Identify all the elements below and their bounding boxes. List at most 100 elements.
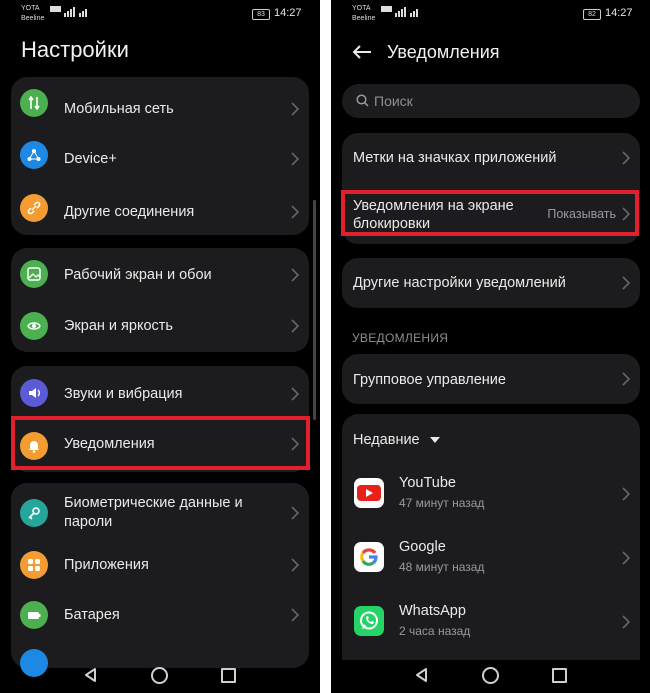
group-management-label: Групповое управление [353, 372, 506, 388]
chevron-right-icon [291, 558, 299, 572]
app-time: 48 минут назад [399, 560, 485, 574]
battery-indicator: 83 [252, 9, 270, 20]
device-plus-icon [20, 141, 48, 169]
settings-item-apps[interactable]: Приложения [11, 541, 309, 593]
chevron-right-icon [291, 205, 299, 219]
search-icon [356, 94, 369, 107]
dropdown-triangle-icon [430, 437, 441, 443]
app-name: WhatsApp [399, 603, 466, 619]
settings-group-connectivity: Мобильная сеть Device+ Другие соединения [11, 77, 309, 235]
carrier-beeline: Beeline [352, 15, 376, 22]
page-title: Уведомления [387, 42, 500, 62]
settings-group-display: Рабочий экран и обои Экран и яркость [11, 248, 309, 352]
chevron-right-icon [291, 268, 299, 282]
recents-nav-icon[interactable] [552, 668, 567, 683]
clock: 14:27 [274, 7, 302, 19]
back-nav-icon[interactable] [414, 667, 428, 683]
settings-item-label: Биометрические данные и пароли [64, 494, 243, 532]
mobile-network-icon [20, 89, 48, 117]
wallpaper-icon [20, 260, 48, 288]
youtube-icon [354, 478, 384, 508]
group-management-row[interactable]: Групповое управление [342, 354, 640, 404]
apps-icon [20, 551, 48, 579]
app-time: 47 минут назад [399, 496, 485, 510]
chevron-right-icon [291, 102, 299, 116]
settings-item-biometrics[interactable]: Биометрические данные и пароли [11, 483, 309, 541]
app-row-whatsapp[interactable]: WhatsApp 2 часа назад [342, 597, 640, 657]
settings-item-label: Звуки и вибрация [64, 386, 183, 402]
settings-item-label-line2: пароли [64, 514, 113, 530]
app-name: Google [399, 539, 446, 555]
highlight-notifications [11, 416, 310, 470]
carrier-beeline: Beeline [21, 15, 45, 22]
settings-group-security-apps: Биометрические данные и пароли Приложени… [11, 483, 309, 677]
chevron-right-icon [622, 615, 630, 629]
app-row-youtube[interactable]: YouTube 47 минут назад [342, 469, 640, 529]
battery-indicator: 82 [583, 9, 601, 20]
other-notification-settings-row[interactable]: Другие настройки уведомлений [342, 258, 640, 308]
settings-item-device-plus[interactable]: Device+ [11, 129, 309, 181]
settings-screen: YOTA Beeline 83 14:27 Настройки Мобильна… [0, 0, 320, 693]
badges-row[interactable]: Метки на значках приложений [342, 133, 640, 181]
group-management-card: Групповое управление [342, 354, 640, 404]
scrollbar[interactable] [313, 200, 316, 420]
settings-item-other-connections[interactable]: Другие соединения [11, 181, 309, 235]
settings-item-home-screen[interactable]: Рабочий экран и обои [11, 248, 309, 300]
eye-icon [20, 312, 48, 340]
link-icon [20, 194, 48, 222]
page-title: Настройки [21, 37, 129, 62]
carrier-yota: YOTA [21, 5, 40, 12]
recent-dropdown[interactable]: Недавние [353, 431, 441, 449]
app-time: 2 часа назад [399, 624, 471, 638]
other-settings-card: Другие настройки уведомлений [342, 258, 640, 308]
settings-item-label: Другие соединения [64, 204, 195, 220]
battery-icon [20, 601, 48, 629]
settings-item-label-line1: Биометрические данные и [64, 495, 243, 511]
home-nav-icon[interactable] [482, 667, 499, 684]
app-name: YouTube [399, 475, 456, 491]
settings-item-label: Рабочий экран и обои [64, 267, 212, 283]
nav-bar [331, 660, 650, 693]
highlight-lockscreen [341, 190, 639, 236]
badges-label: Метки на значках приложений [353, 150, 557, 166]
settings-item-label: Экран и яркость [64, 318, 173, 334]
chevron-right-icon [291, 152, 299, 166]
sound-icon [20, 379, 48, 407]
recent-apps-card: Недавние YouTube 47 минут назад Google 4… [342, 414, 640, 674]
settings-item-mobile-network[interactable]: Мобильная сеть [11, 77, 309, 129]
settings-item-battery[interactable]: Батарея [11, 593, 309, 645]
chevron-right-icon [622, 276, 630, 290]
back-arrow-icon[interactable] [351, 44, 373, 60]
key-icon [20, 499, 48, 527]
search-placeholder: Поиск [374, 93, 413, 109]
recents-nav-icon[interactable] [221, 668, 236, 683]
nav-bar [0, 660, 320, 693]
notifications-screen: YOTA Beeline 82 14:27 Уведомления Поиск … [331, 0, 650, 693]
search-input[interactable]: Поиск [342, 84, 640, 118]
chevron-right-icon [622, 372, 630, 386]
settings-item-label: Приложения [64, 557, 149, 573]
chevron-right-icon [291, 387, 299, 401]
carrier-yota: YOTA [352, 5, 371, 12]
back-nav-icon[interactable] [83, 667, 97, 683]
clock: 14:27 [605, 7, 633, 19]
chevron-right-icon [291, 506, 299, 520]
app-row-google[interactable]: Google 48 минут назад [342, 533, 640, 593]
chevron-right-icon [291, 319, 299, 333]
settings-item-label: Мобильная сеть [64, 101, 174, 117]
section-label: УВЕДОМЛЕНИЯ [352, 331, 449, 345]
settings-item-label: Device+ [64, 151, 117, 167]
chevron-right-icon [622, 551, 630, 565]
recent-label: Недавние [353, 432, 420, 448]
status-bar: YOTA Beeline 82 14:27 [331, 0, 650, 28]
chevron-right-icon [622, 487, 630, 501]
signal-icon [381, 6, 418, 17]
google-icon [354, 542, 384, 572]
chevron-right-icon [622, 151, 630, 165]
whatsapp-icon [354, 606, 384, 636]
home-nav-icon[interactable] [151, 667, 168, 684]
status-bar: YOTA Beeline 83 14:27 [0, 0, 320, 28]
chevron-right-icon [291, 608, 299, 622]
settings-item-sounds[interactable]: Звуки и вибрация [11, 366, 309, 418]
settings-item-display-brightness[interactable]: Экран и яркость [11, 300, 309, 352]
